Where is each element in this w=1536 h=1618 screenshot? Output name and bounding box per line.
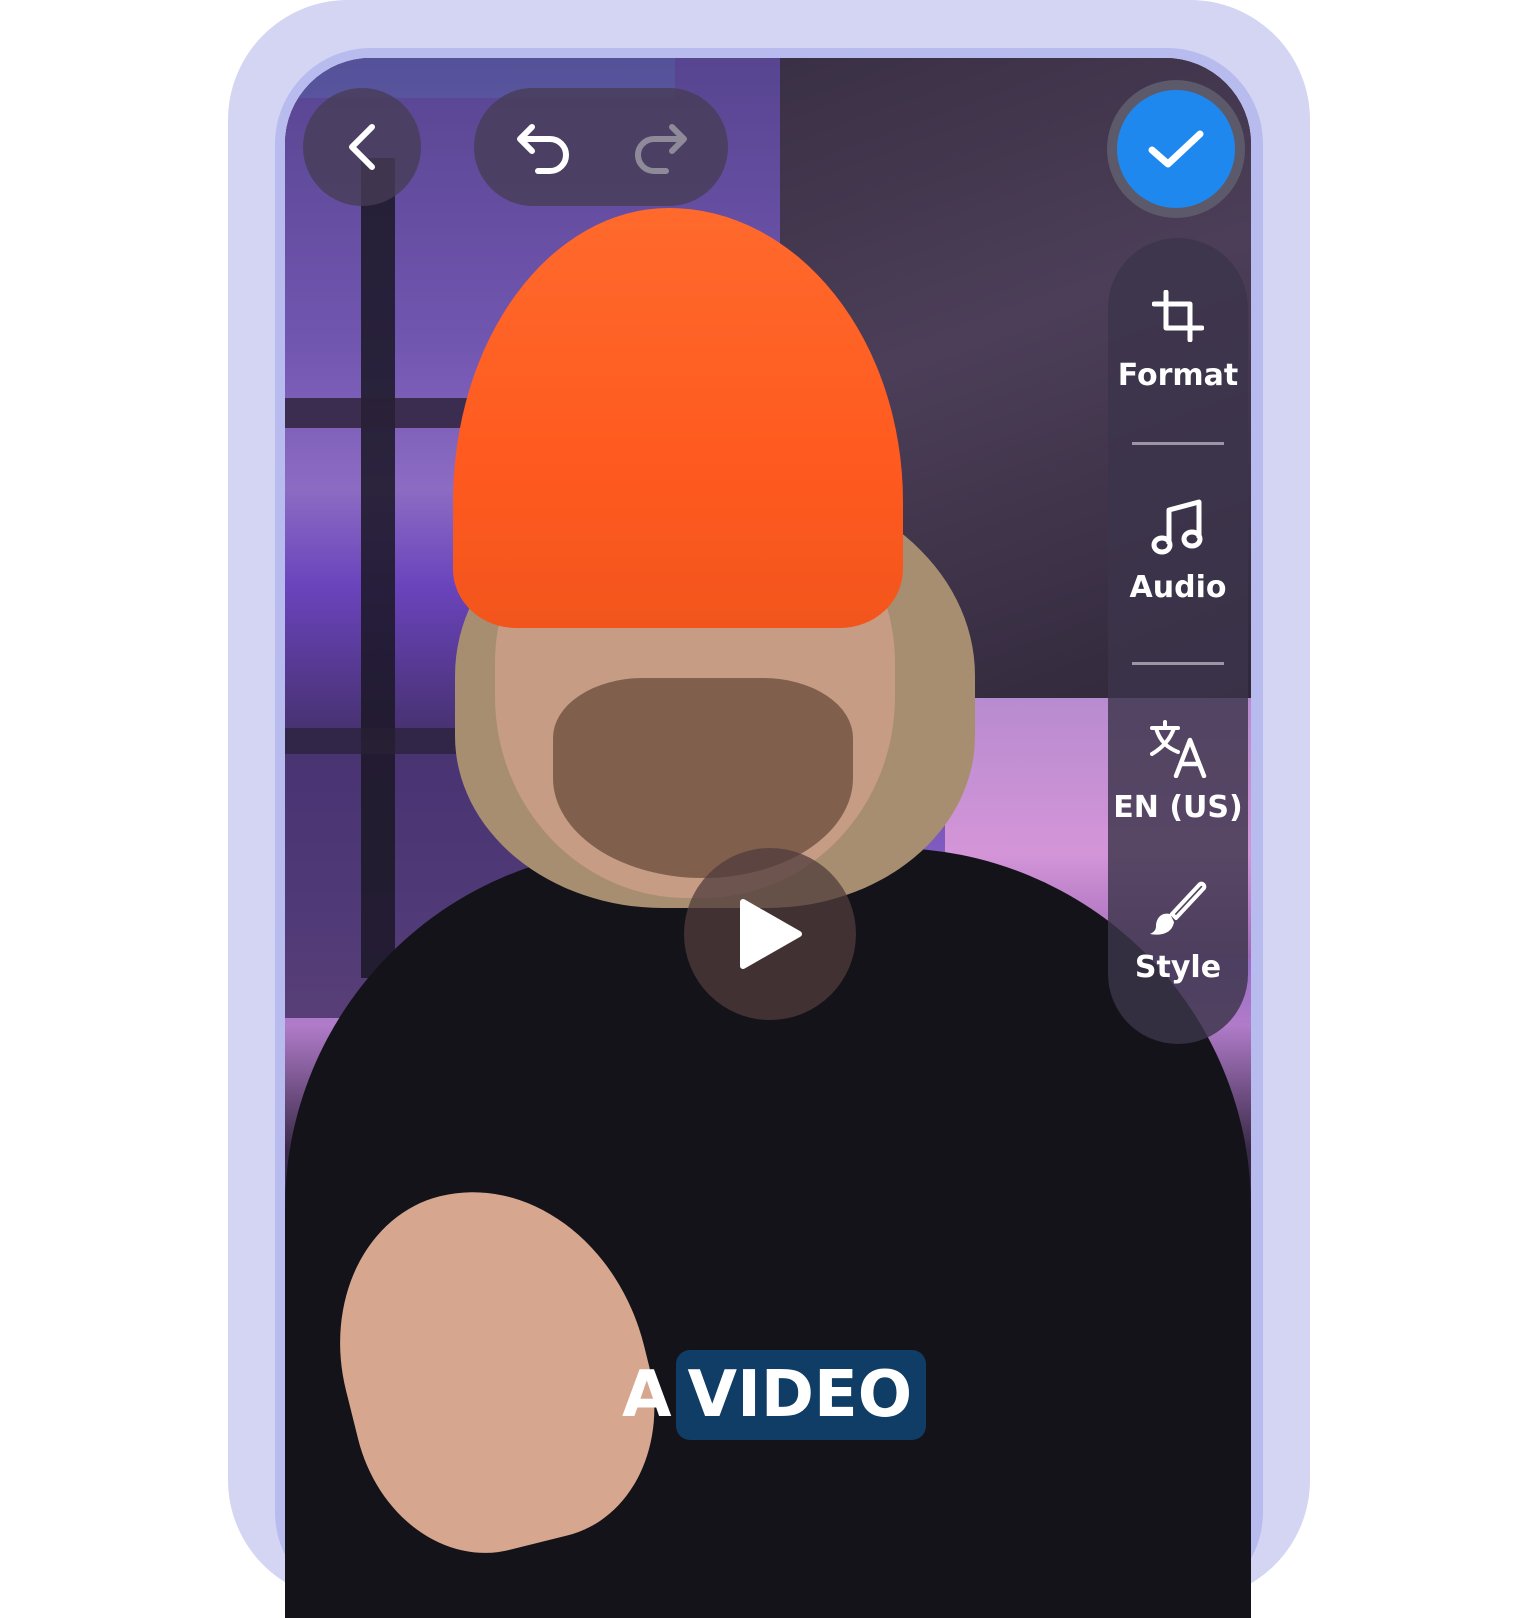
- style-label: Style: [1134, 950, 1222, 985]
- audio-label: Audio: [1129, 570, 1227, 605]
- subtitle-caption[interactable]: A VIDEO: [622, 1342, 927, 1448]
- music-note-icon: [1148, 498, 1208, 558]
- toolbar-divider: [1132, 662, 1224, 665]
- confirm-button-fill: [1117, 90, 1235, 208]
- confirm-button[interactable]: [1107, 80, 1245, 218]
- check-icon: [1148, 130, 1204, 168]
- format-label: Format: [1117, 358, 1239, 393]
- caption-word: A: [622, 1358, 672, 1432]
- undo-icon: [517, 124, 569, 174]
- format-tool-button[interactable]: Format: [1108, 286, 1248, 393]
- play-button[interactable]: [684, 848, 856, 1020]
- edit-toolbar: Format Audio EN (US) Style: [1108, 238, 1248, 1044]
- undo-button[interactable]: [504, 112, 584, 182]
- video-shelf-post: [361, 158, 395, 978]
- audio-tool-button[interactable]: Audio: [1108, 498, 1248, 605]
- style-tool-button[interactable]: Style: [1108, 878, 1248, 985]
- crop-icon: [1148, 286, 1208, 346]
- language-label: EN (US): [1113, 790, 1243, 825]
- language-tool-button[interactable]: EN (US): [1108, 718, 1248, 825]
- chevron-left-icon: [349, 124, 375, 170]
- toolbar-divider: [1132, 442, 1224, 445]
- back-button[interactable]: [303, 88, 421, 206]
- brush-icon: [1148, 878, 1208, 938]
- undo-redo-group: [474, 88, 728, 206]
- video-person-beard: [553, 678, 853, 878]
- play-icon: [740, 899, 802, 969]
- caption-word-highlighted: VIDEO: [675, 1350, 927, 1440]
- redo-icon: [635, 124, 687, 174]
- redo-button[interactable]: [620, 112, 700, 182]
- translate-icon: [1148, 718, 1208, 778]
